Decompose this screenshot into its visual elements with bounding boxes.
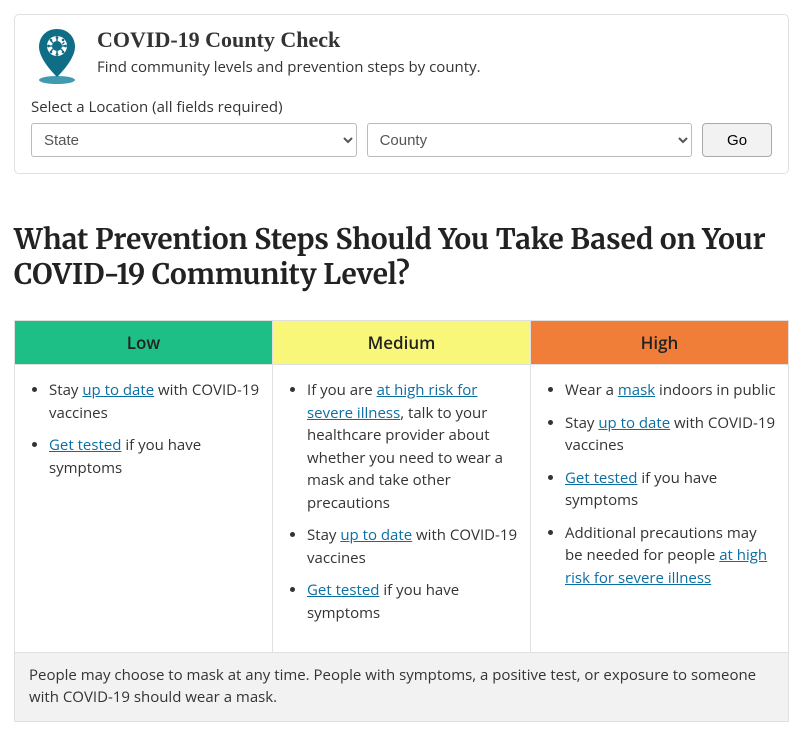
card-title: COVID-19 County Check (97, 27, 481, 53)
up-to-date-link[interactable]: up to date (82, 380, 154, 400)
get-tested-link[interactable]: Get tested (307, 580, 379, 600)
select-location-label: Select a Location (all fields required) (31, 97, 772, 117)
get-tested-link[interactable]: Get tested (49, 435, 121, 455)
go-button[interactable]: Go (702, 123, 772, 157)
table-content-row: Stay up to date with COVID-19 vaccines G… (15, 365, 789, 653)
list-item: Stay up to date with COVID-19 vaccines (49, 379, 260, 424)
mask-link[interactable]: mask (618, 380, 655, 400)
table-footnote: People may choose to mask at any time. P… (15, 653, 789, 722)
select-row: State County Go (31, 123, 772, 157)
list-item: Get tested if you have symptoms (565, 467, 776, 512)
list-item: Stay up to date with COVID-19 vaccines (565, 412, 776, 457)
low-steps-list: Stay up to date with COVID-19 vaccines G… (21, 379, 260, 479)
get-tested-link[interactable]: Get tested (565, 468, 637, 488)
header-low: Low (15, 321, 273, 365)
header-high: High (531, 321, 789, 365)
community-levels-table: Low Medium High Stay up to date with COV… (14, 320, 789, 722)
county-select[interactable]: County (367, 123, 693, 157)
state-select[interactable]: State (31, 123, 357, 157)
header-medium: Medium (273, 321, 531, 365)
list-item: Wear a mask indoors in public (565, 379, 776, 402)
high-steps-list: Wear a mask indoors in public Stay up to… (537, 379, 776, 589)
list-item: If you are at high risk for severe illne… (307, 379, 518, 514)
table-header-row: Low Medium High (15, 321, 789, 365)
list-item: Get tested if you have symptoms (307, 579, 518, 624)
up-to-date-link[interactable]: up to date (340, 525, 412, 545)
up-to-date-link[interactable]: up to date (598, 413, 670, 433)
cell-low: Stay up to date with COVID-19 vaccines G… (15, 365, 273, 653)
list-item: Additional precautions may be needed for… (565, 522, 776, 590)
card-header-text: COVID-19 County Check Find community lev… (97, 27, 481, 77)
card-subtitle: Find community levels and prevention ste… (97, 57, 481, 77)
county-check-card: COVID-19 County Check Find community lev… (14, 14, 789, 174)
medium-steps-list: If you are at high risk for severe illne… (279, 379, 518, 624)
cell-medium: If you are at high risk for severe illne… (273, 365, 531, 653)
section-heading: What Prevention Steps Should You Take Ba… (14, 222, 789, 292)
cell-high: Wear a mask indoors in public Stay up to… (531, 365, 789, 653)
list-item: Get tested if you have symptoms (49, 434, 260, 479)
card-header: COVID-19 County Check Find community lev… (31, 27, 772, 85)
table-footnote-row: People may choose to mask at any time. P… (15, 653, 789, 722)
map-pin-virus-icon (31, 27, 83, 85)
list-item: Stay up to date with COVID-19 vaccines (307, 524, 518, 569)
